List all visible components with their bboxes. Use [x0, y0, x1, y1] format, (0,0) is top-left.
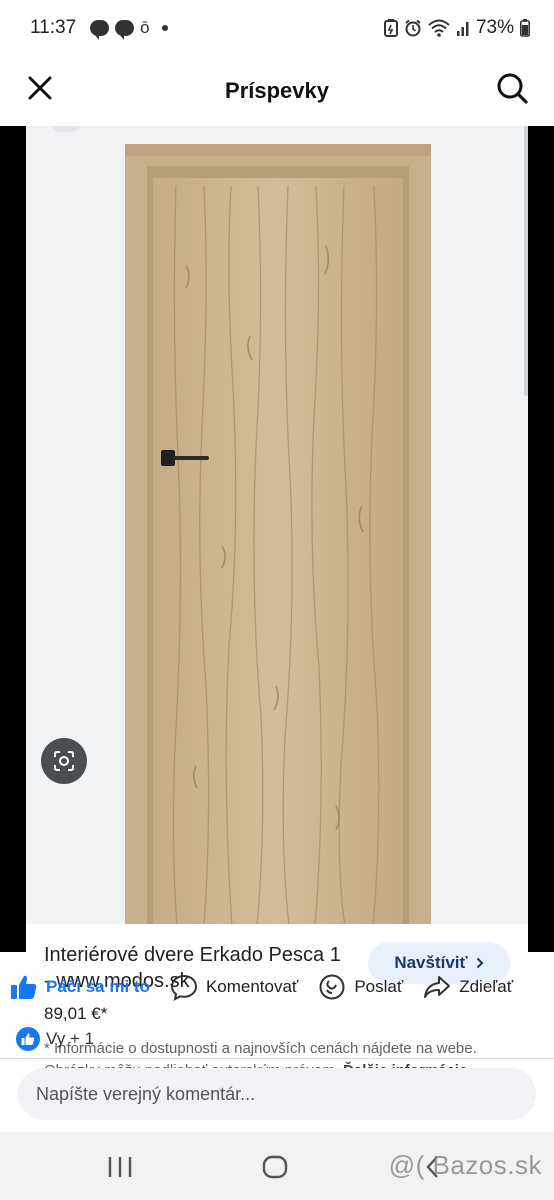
battery-saver-icon	[383, 19, 398, 37]
product-image	[26, 126, 528, 926]
messenger-icon	[319, 974, 345, 1000]
dot-icon	[161, 25, 168, 31]
home-icon	[262, 1155, 288, 1179]
notification-icon: ō	[140, 18, 150, 37]
search-icon	[497, 73, 528, 104]
wifi-icon	[428, 19, 450, 37]
comment-button[interactable]: Komentovať	[170, 973, 298, 1001]
like-reaction-icon	[16, 1027, 40, 1051]
post-photo[interactable]: Interiérové dvere Erkado Pesca 1 - www.m…	[0, 126, 554, 1078]
like-button[interactable]: Páči sa mi to	[10, 973, 150, 1001]
top-header: Príspevky	[0, 56, 554, 126]
share-button[interactable]: Zdieľať	[423, 973, 513, 1001]
recent-apps-icon	[108, 1157, 132, 1177]
comment-icon	[170, 974, 197, 1001]
scrollbar[interactable]	[524, 126, 528, 396]
door-image	[125, 144, 431, 926]
comment-input[interactable]	[18, 1068, 536, 1120]
home-button[interactable]	[255, 1152, 295, 1182]
thumbs-up-icon	[11, 975, 37, 999]
system-nav-bar: @( Bazos.sk	[0, 1132, 554, 1200]
messenger-icon	[90, 20, 110, 40]
divider	[0, 1058, 554, 1059]
send-button[interactable]: Poslať	[318, 973, 403, 1001]
messenger-icon	[115, 20, 135, 40]
page-title: Príspevky	[225, 78, 329, 103]
battery-icon	[520, 19, 530, 37]
reaction-text: Vy + 1	[46, 1029, 95, 1048]
post-actions: Páči sa mi to Komentovať Poslať Zdieľať	[0, 958, 554, 1016]
search-button[interactable]	[488, 64, 536, 112]
alarm-icon	[405, 19, 421, 37]
battery-percent: 73%	[475, 17, 514, 38]
lens-icon	[54, 751, 74, 771]
recent-apps-button[interactable]	[100, 1152, 140, 1182]
google-lens-button[interactable]	[41, 738, 87, 784]
watermark: @( Bazos.sk	[388, 1150, 542, 1180]
clock: 11:37	[30, 17, 77, 38]
signal-icon	[456, 22, 469, 36]
status-bar: 11:37 ō 73%	[0, 0, 554, 56]
close-icon	[28, 76, 52, 100]
close-button[interactable]	[16, 64, 64, 112]
share-icon	[424, 976, 451, 998]
reaction-summary[interactable]: Vy + 1	[16, 1022, 94, 1056]
